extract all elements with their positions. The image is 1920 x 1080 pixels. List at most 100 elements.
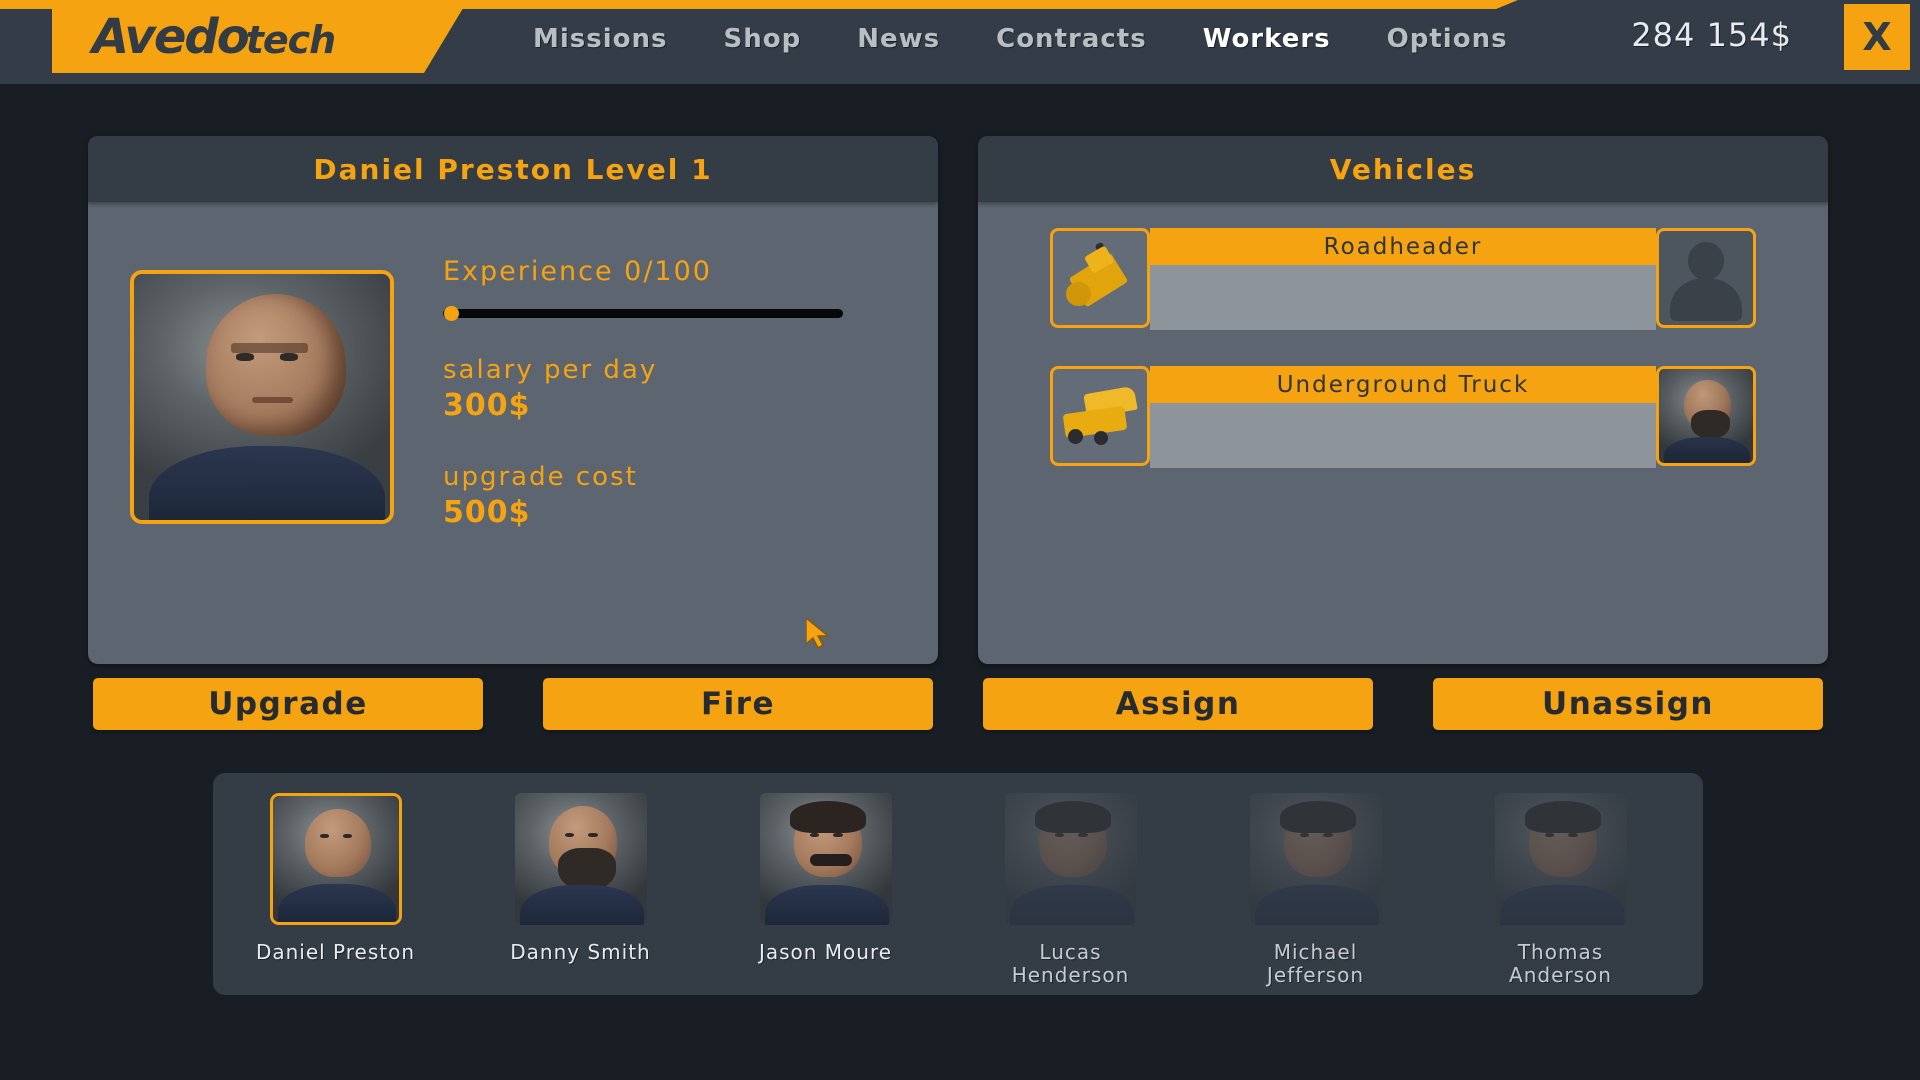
experience-progress-marker [444, 306, 459, 321]
avatar-body [1009, 885, 1134, 925]
vehicles-panel-header: Vehicles [978, 136, 1828, 202]
avatar-eye-right [1078, 832, 1088, 838]
vehicles-title: Vehicles [1329, 152, 1477, 186]
roster-item-label: Danny Smith [510, 940, 651, 964]
avatar-hair [1034, 800, 1112, 833]
underground-truck-icon [1050, 366, 1150, 466]
experience-progress-bar [443, 306, 843, 321]
game-screen: Avedo tech Missions Shop News Contracts W… [0, 0, 1920, 1080]
avatar-eye-right [343, 833, 352, 839]
roster-item-jason-moure[interactable]: Jason Moure [703, 793, 948, 964]
fire-button[interactable]: Fire [543, 678, 933, 730]
portrait-eye-right [279, 352, 298, 361]
roadheader-cutter-head [1066, 281, 1091, 307]
salary-value: 300$ [443, 388, 531, 424]
vehicle-info: Roadheader [1150, 228, 1656, 330]
portrait-head [205, 293, 347, 437]
unassign-button-label: Unassign [1542, 686, 1714, 722]
avatar-eye-right [1323, 832, 1333, 838]
nav-item-workers[interactable]: Workers [1175, 14, 1359, 64]
worker-roster: Daniel Preston Danny Smith Jason Moure L… [213, 773, 1703, 995]
roster-item-label: Thomas Anderson [1509, 940, 1612, 987]
avatar-eye-left [564, 832, 574, 838]
nav-item-options[interactable]: Options [1359, 14, 1536, 64]
upgrade-button-label: Upgrade [208, 686, 368, 722]
vehicle-slot-strip [1150, 265, 1656, 330]
logo-text: Avedo tech [92, 8, 337, 65]
logo-sub-text: tech [245, 17, 337, 62]
roster-item-michael-jefferson[interactable]: Michael Jefferson [1193, 793, 1438, 987]
upgrade-cost-label: upgrade cost [443, 461, 638, 492]
roster-item-daniel-preston[interactable]: Daniel Preston [213, 793, 458, 964]
assign-button-label: Assign [1115, 686, 1241, 722]
roster-avatar [514, 793, 647, 925]
worker-silhouette-body-icon [1670, 278, 1742, 322]
upgrade-button[interactable]: Upgrade [93, 678, 483, 730]
nav-item-contracts[interactable]: Contracts [968, 14, 1175, 64]
avatar-body [764, 885, 889, 925]
vehicle-worker-slot-empty[interactable] [1656, 228, 1756, 328]
assigned-worker-portrait [1659, 369, 1753, 463]
worker-panel-header: Daniel Preston Level 1 [88, 136, 938, 202]
avatar-body [519, 885, 644, 925]
roster-item-lucas-henderson[interactable]: Lucas Henderson [948, 793, 1193, 987]
roster-avatar [759, 793, 892, 925]
roster-item-label: Michael Jefferson [1266, 940, 1365, 987]
avatar-beard [558, 848, 617, 891]
avatar-hair [1279, 800, 1357, 833]
avatar-hair [789, 800, 867, 833]
salary-stat: salary per day 300$ [443, 354, 883, 425]
nav-item-missions[interactable]: Missions [505, 14, 696, 64]
roster-avatar [1249, 793, 1382, 925]
salary-label: salary per day [443, 355, 658, 385]
roster-avatar [1004, 793, 1137, 925]
avatar-eye-left [1054, 832, 1064, 838]
roster-item-thomas-anderson[interactable]: Thomas Anderson [1438, 793, 1683, 987]
avatar-eye-left [809, 832, 819, 838]
portrait-shoulders [149, 446, 385, 520]
avatar-body [1254, 885, 1379, 925]
truck-wheel-rear [1094, 431, 1109, 446]
portrait-mouth [251, 397, 293, 403]
assign-button[interactable]: Assign [983, 678, 1373, 730]
portrait-eye-left [236, 352, 255, 361]
unassign-button[interactable]: Unassign [1433, 678, 1823, 730]
nav-item-shop[interactable]: Shop [696, 14, 830, 64]
vehicle-list: Roadheader Underground Truck [978, 202, 1828, 504]
nav-items: Missions Shop News Contracts Workers Opt… [505, 14, 1536, 64]
avatar-body [277, 884, 396, 922]
roster-avatar [269, 793, 402, 925]
avatar-moustache [809, 853, 852, 866]
selected-worker-portrait [130, 270, 394, 524]
app-logo[interactable]: Avedo tech [52, 0, 468, 73]
assigned-worker-shoulders [1663, 436, 1751, 463]
upgrade-cost-stat: upgrade cost 500$ [443, 461, 883, 532]
vehicle-row[interactable]: Roadheader [1050, 228, 1756, 330]
roadheader-icon [1050, 228, 1150, 328]
roster-item-danny-smith[interactable]: Danny Smith [458, 793, 703, 964]
nav-item-news[interactable]: News [829, 14, 968, 64]
vehicles-panel: Vehicles Roadheader Underground Truck [978, 136, 1828, 664]
vehicle-info: Underground Truck [1150, 366, 1656, 468]
roster-avatar [1494, 793, 1627, 925]
portrait-image [134, 274, 390, 520]
roster-item-label: Jason Moure [758, 940, 893, 964]
vehicle-worker-slot-assigned[interactable] [1656, 366, 1756, 466]
top-navigation-bar: Avedo tech Missions Shop News Contracts W… [0, 0, 1920, 84]
worker-detail-panel: Daniel Preston Level 1 Experience 0/100 … [88, 136, 938, 664]
avatar-hair [1524, 800, 1602, 833]
avatar-eye-left [320, 833, 330, 839]
avatar-eye-left [1299, 832, 1309, 838]
logo-main-text: Avedo [92, 8, 250, 65]
avatar-head [305, 808, 371, 877]
vehicle-row[interactable]: Underground Truck [1050, 366, 1756, 468]
truck-wheel-front [1068, 429, 1084, 445]
vehicle-name-bar: Underground Truck [1150, 366, 1656, 403]
avatar-eye-right [1568, 832, 1578, 838]
upgrade-cost-value: 500$ [443, 495, 531, 531]
avatar-eye-left [1544, 832, 1554, 838]
worker-silhouette-head-icon [1688, 242, 1724, 280]
close-button[interactable]: X [1844, 4, 1910, 70]
portrait-brow [231, 342, 309, 353]
vehicle-name-bar: Roadheader [1150, 228, 1656, 265]
